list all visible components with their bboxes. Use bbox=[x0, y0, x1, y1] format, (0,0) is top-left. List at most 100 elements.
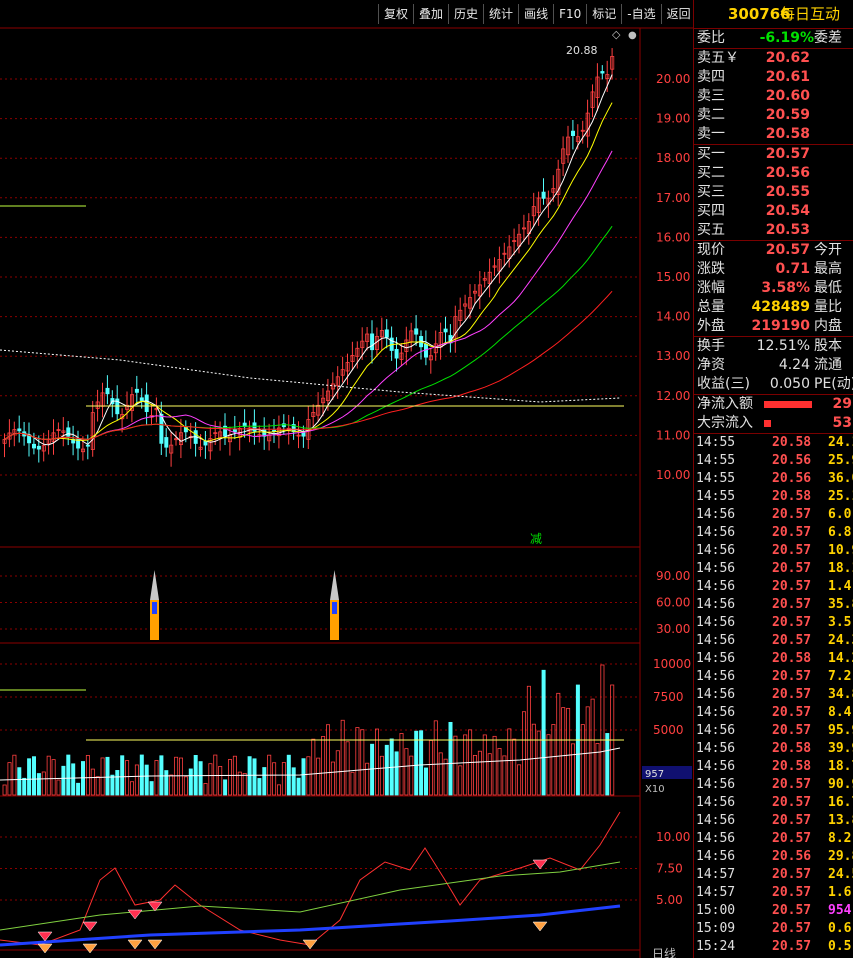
back-button[interactable]: 返回 bbox=[660, 4, 696, 24]
candle-body bbox=[203, 440, 208, 446]
stat-0-label: 现价 bbox=[697, 242, 725, 258]
volume-bar bbox=[325, 724, 330, 796]
stat-1-value: 0.71 bbox=[775, 261, 810, 277]
candlesticks bbox=[2, 48, 615, 467]
vol-tick-label: 7500 bbox=[653, 690, 684, 704]
volume-bar bbox=[115, 770, 120, 796]
trade-time: 14:56 bbox=[696, 741, 736, 756]
ind1-tick-label: 60.00 bbox=[656, 596, 690, 610]
candle-body bbox=[541, 191, 546, 199]
fund-2: 收益(三) 0.050 PE(动) bbox=[694, 375, 853, 394]
volume-bar bbox=[159, 755, 164, 796]
trade-price: 20.57 bbox=[772, 687, 812, 702]
fund-0: 换手 12.51% 股本 bbox=[694, 337, 853, 356]
volume-bar bbox=[394, 751, 399, 796]
red-diamond-icon bbox=[127, 909, 143, 920]
trade-row: 14:56 20.57 3.5 bbox=[694, 614, 853, 632]
draw-button[interactable]: 画线 bbox=[518, 4, 553, 24]
trade-volume: 24.5 bbox=[828, 867, 853, 882]
history-button[interactable]: 历史 bbox=[448, 4, 483, 24]
tick-trades-list[interactable]: 14:55 20.58 24.1 14:55 20.56 25.9 14:55 20.56 36… bbox=[694, 434, 853, 956]
trade-price: 20.57 bbox=[772, 921, 812, 936]
price-tick-label: 20.00 bbox=[656, 72, 690, 86]
candle-body bbox=[394, 348, 399, 359]
volume-bar bbox=[188, 768, 193, 796]
trade-price: 20.57 bbox=[772, 597, 812, 612]
volume-bar bbox=[311, 738, 316, 796]
volume-bar bbox=[370, 743, 375, 796]
trade-price: 20.57 bbox=[772, 633, 812, 648]
trade-time: 14:56 bbox=[696, 543, 736, 558]
trade-row: 14:56 20.57 1.4 bbox=[694, 578, 853, 596]
orange-diamond-icon bbox=[82, 943, 98, 954]
orange-diamond-icon bbox=[37, 943, 53, 954]
sell-level-3: 卖三 20.60 bbox=[694, 87, 853, 106]
stat-0-label2: 今开 bbox=[814, 242, 842, 258]
trade-row: 15:00 20.57 954.0 bbox=[694, 902, 853, 920]
trade-row: 14:56 20.57 7.2 bbox=[694, 668, 853, 686]
kline-chart[interactable]: 20.00 19.00 18.00 17.00 16.00 15.00 14.00 13.00… bbox=[0, 0, 693, 958]
ind3-tick-label: 10.00 bbox=[656, 830, 690, 844]
price-tick-label: 18.00 bbox=[656, 151, 690, 165]
volume-bar bbox=[125, 760, 130, 796]
sell-level-5-value: 20.62 bbox=[765, 50, 810, 66]
trade-price: 20.58 bbox=[772, 489, 812, 504]
stat-4-label: 外盘 bbox=[697, 318, 725, 334]
trade-row: 14:56 20.58 14.2 bbox=[694, 650, 853, 668]
volume-bar bbox=[330, 761, 335, 796]
main-price-grid bbox=[0, 78, 640, 476]
volume-bar bbox=[32, 756, 37, 796]
buy-level-3-value: 20.55 bbox=[765, 184, 810, 200]
price-tick-label: 14.00 bbox=[656, 310, 690, 324]
volume-bar bbox=[203, 783, 208, 796]
fund-0-label: 换手 bbox=[697, 338, 725, 354]
trade-volume: 8.2 bbox=[828, 831, 852, 846]
stat-3-label2: 量比 bbox=[814, 299, 842, 315]
overlay-button[interactable]: 叠加 bbox=[413, 4, 448, 24]
trade-price: 20.57 bbox=[772, 903, 812, 918]
volume-unit: X10 bbox=[645, 784, 665, 795]
volume-bar bbox=[198, 761, 203, 796]
volume-bar bbox=[257, 778, 262, 796]
trade-time: 14:56 bbox=[696, 795, 736, 810]
trade-time: 14:56 bbox=[696, 597, 736, 612]
indicator-panel-3: 10.00 7.50 5.00 bbox=[0, 811, 690, 954]
trade-price: 20.57 bbox=[772, 543, 812, 558]
stat-1: 涨跌 0.71 最高 bbox=[694, 260, 853, 279]
trade-price: 20.56 bbox=[772, 849, 812, 864]
volume-bar bbox=[291, 767, 296, 796]
candle-body bbox=[370, 333, 375, 351]
diamond-icon[interactable]: ◇ bbox=[612, 28, 621, 41]
flow-label: 大宗流入 bbox=[697, 415, 753, 431]
trade-volume: 29.8 bbox=[828, 849, 853, 864]
orange-diamond-icon bbox=[147, 939, 163, 950]
candle-body bbox=[384, 329, 389, 338]
volume-bar bbox=[169, 774, 174, 796]
volume-bar bbox=[90, 768, 95, 796]
mark-button[interactable]: 标记 bbox=[586, 4, 621, 24]
stat-1-label: 涨跌 bbox=[697, 261, 725, 277]
red-diamond-icon bbox=[37, 931, 53, 942]
f10-button[interactable]: F10 bbox=[553, 4, 586, 24]
sell-level-5-label: 卖五￥ bbox=[697, 50, 739, 66]
stats-button[interactable]: 统计 bbox=[483, 4, 518, 24]
volume-bar bbox=[526, 685, 531, 796]
ind3-tick-label: 5.00 bbox=[656, 893, 683, 907]
trade-time: 14:56 bbox=[696, 705, 736, 720]
quote-stats: 现价 20.57 今开 涨跌 0.71 最高 涨幅 3.58% 最低 总量 428489 量比 外盘 21… bbox=[694, 241, 853, 336]
ind1-tick-label: 90.00 bbox=[656, 569, 690, 583]
trade-price: 20.57 bbox=[772, 795, 812, 810]
volume-bar bbox=[17, 767, 22, 796]
weicha-label: 委差 bbox=[814, 30, 842, 46]
stat-2-label2: 最低 bbox=[814, 280, 842, 296]
sell-level-3-value: 20.60 bbox=[765, 88, 810, 104]
buy-level-2-label: 买二 bbox=[697, 165, 725, 181]
fuquan-button[interactable]: 复权 bbox=[378, 4, 413, 24]
quote-side-panel: 300766 每日互动 委比 -6.19% 委差 卖五￥ 20.62 卖四 20.61… bbox=[693, 0, 853, 958]
sell-level-4: 卖四 20.61 bbox=[694, 68, 853, 87]
trade-time: 15:24 bbox=[696, 939, 736, 954]
remove-watchlist-button[interactable]: -自选 bbox=[621, 4, 660, 24]
ind1-tick-label: 30.00 bbox=[656, 622, 690, 636]
webi-label: 委比 bbox=[697, 30, 725, 46]
fund-2-value: 0.050 bbox=[769, 376, 810, 392]
